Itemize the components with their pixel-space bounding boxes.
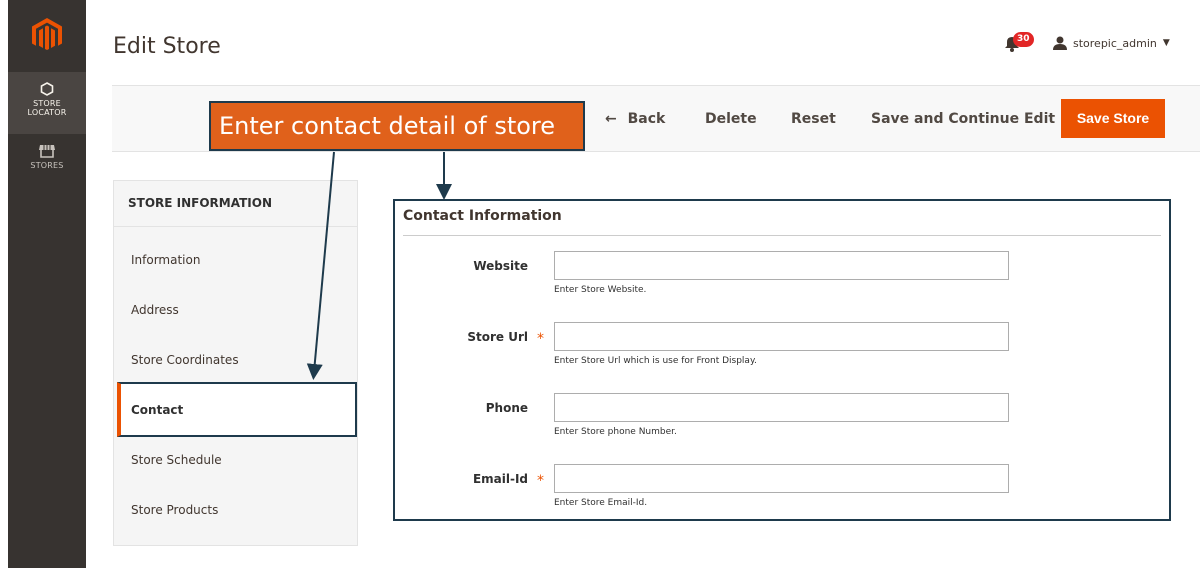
hexagon-icon <box>40 82 54 96</box>
tab-store-coordinates[interactable]: Store Coordinates <box>131 353 239 367</box>
magento-logo-icon[interactable] <box>32 18 62 52</box>
save-store-button[interactable]: Save Store <box>1061 99 1165 138</box>
reset-button[interactable]: Reset <box>791 110 836 128</box>
section-title: Contact Information <box>403 208 562 224</box>
user-name: storepic_admin <box>1073 36 1157 50</box>
storefront-icon <box>39 145 55 158</box>
email-id-label: Email-Id <box>472 472 528 486</box>
delete-button[interactable]: Delete <box>705 110 757 128</box>
required-asterisk-icon: * <box>537 473 544 489</box>
store-url-note: Enter Store Url which is use for Front D… <box>554 356 757 366</box>
user-icon <box>1053 36 1067 50</box>
nav-stores-label: STORES <box>30 161 64 170</box>
nav-stores[interactable]: STORES <box>8 140 86 180</box>
website-label: Website <box>473 259 528 273</box>
page-title: Edit Store <box>113 34 221 59</box>
phone-note: Enter Store phone Number. <box>554 427 677 437</box>
tab-information[interactable]: Information <box>131 253 200 267</box>
admin-page: STORE LOCATOR STORES Edit Store 30 store… <box>0 0 1200 568</box>
nav-store-locator-line2: LOCATOR <box>27 108 67 117</box>
nav-store-locator[interactable]: STORE LOCATOR <box>8 72 86 134</box>
store-information-tabs: STORE INFORMATION Information Address St… <box>113 180 358 546</box>
admin-sidebar: STORE LOCATOR STORES <box>8 0 86 568</box>
tab-contact[interactable]: Contact <box>117 382 357 437</box>
arrow-left-icon: ← <box>605 111 617 127</box>
divider <box>403 235 1161 236</box>
tab-store-schedule[interactable]: Store Schedule <box>131 453 222 467</box>
email-id-field[interactable] <box>554 464 1009 493</box>
back-label: Back <box>627 111 666 127</box>
annotation-callout: Enter contact detail of store <box>209 101 585 151</box>
phone-field[interactable] <box>554 393 1009 422</box>
website-note: Enter Store Website. <box>554 285 647 295</box>
tab-contact-label: Contact <box>131 403 184 417</box>
tabs-title: STORE INFORMATION <box>128 196 272 210</box>
email-id-note: Enter Store Email-Id. <box>554 498 648 508</box>
divider <box>114 226 357 227</box>
save-and-continue-button[interactable]: Save and Continue Edit <box>871 110 1055 128</box>
user-menu[interactable]: storepic_admin ▼ <box>1053 36 1170 50</box>
store-url-field[interactable] <box>554 322 1009 351</box>
chevron-down-icon: ▼ <box>1162 38 1170 48</box>
website-field[interactable] <box>554 251 1009 280</box>
required-asterisk-icon: * <box>537 331 544 347</box>
tab-store-products[interactable]: Store Products <box>131 503 218 517</box>
notification-count-badge[interactable]: 30 <box>1013 32 1034 47</box>
nav-store-locator-line1: STORE <box>33 99 61 108</box>
tab-address[interactable]: Address <box>131 303 179 317</box>
back-button[interactable]: ← Back <box>605 110 665 128</box>
store-url-label: Store Url <box>467 330 528 344</box>
phone-label: Phone <box>485 401 528 415</box>
